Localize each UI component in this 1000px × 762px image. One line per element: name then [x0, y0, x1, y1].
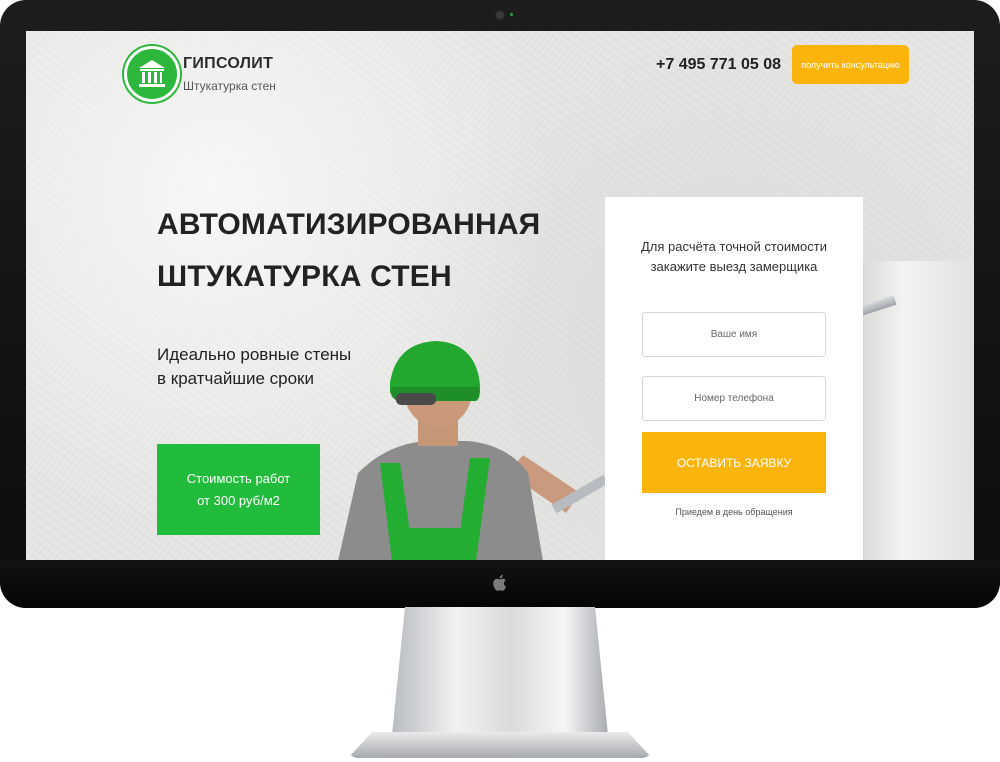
form-note: Приедем в день обращения	[675, 507, 793, 517]
building-columns-icon[interactable]	[124, 46, 180, 102]
camera-led	[510, 13, 513, 16]
price-line1: Стоимость работ	[186, 470, 291, 486]
monitor-stand-base	[348, 732, 652, 758]
form-heading-line1: Для расчёта точной стоимости	[641, 239, 827, 254]
brand-name[interactable]: ГИПСОЛИТ	[183, 55, 273, 73]
name-input[interactable]	[642, 312, 826, 357]
hero-title: АВТОМАТИЗИРОВАННАЯ ШТУКАТУРКА СТЕН	[157, 199, 577, 303]
brand-tagline: Штукатурка стен	[183, 79, 276, 93]
form-heading: Для расчёта точной стоимости закажите вы…	[605, 237, 863, 277]
camera-icon	[496, 11, 504, 19]
phone-number[interactable]: +7 495 771 05 08	[656, 56, 781, 74]
hero-title-line1: АВТОМАТИЗИРОВАННАЯ	[157, 208, 541, 241]
form-heading-line2: закажите выезд замерщика	[650, 259, 818, 274]
consultation-button[interactable]: получить консультацию	[792, 45, 909, 84]
worker-illustration	[338, 341, 609, 561]
submit-request-button[interactable]: ОСТАВИТЬ ЗАЯВКУ	[642, 432, 826, 493]
phone-input[interactable]	[642, 376, 826, 421]
price-line2: от 300 руб/м2	[197, 492, 280, 508]
request-form: Для расчёта точной стоимости закажите вы…	[605, 197, 863, 561]
landing-page-screen: ГИПСОЛИТ Штукатурка стен +7 495 771 05 0…	[26, 31, 974, 561]
monitor-stand	[392, 607, 608, 735]
apple-logo-icon	[493, 574, 507, 591]
hero-title-line2: ШТУКАТУРКА СТЕН	[157, 260, 452, 293]
price-block: Стоимость работ от 300 руб/м2	[157, 444, 320, 535]
